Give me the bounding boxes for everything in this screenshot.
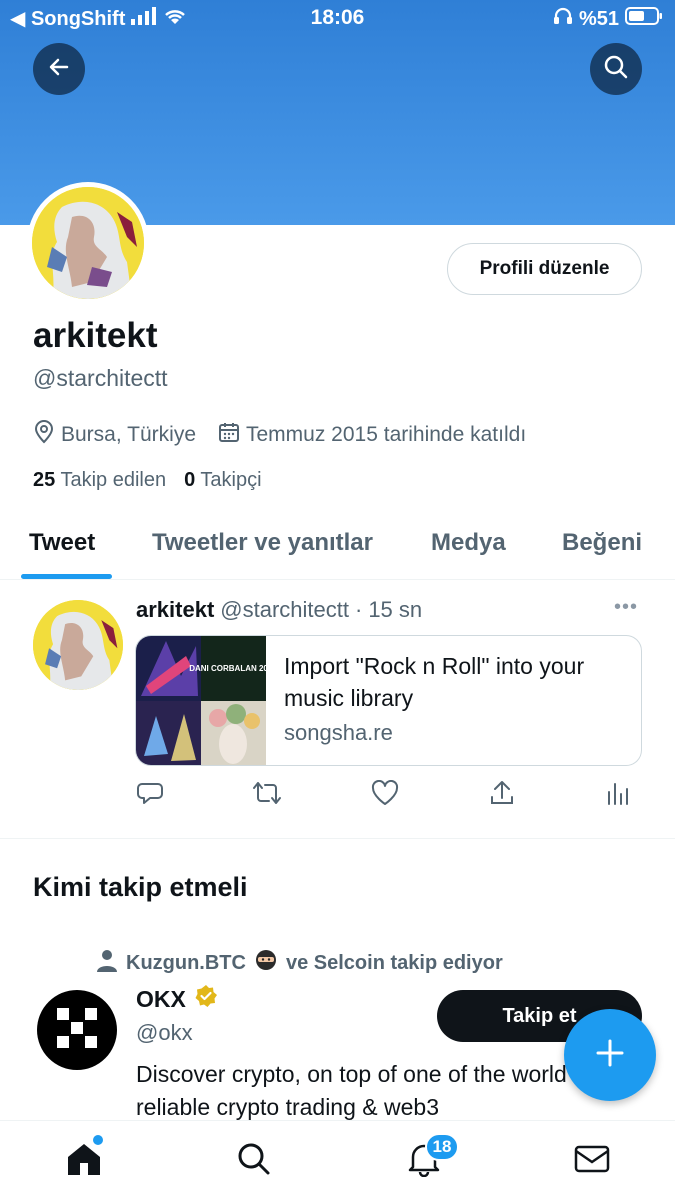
headphones-icon [553, 7, 573, 31]
notification-badge: 18 [425, 1133, 459, 1161]
joined: Temmuz 2015 tarihinde katıldı [218, 421, 526, 449]
analytics-icon [606, 780, 632, 811]
social-context: Kuzgun.BTC ve Selcoin takip ediyor [96, 948, 503, 978]
social-rest: ve Selcoin takip ediyor [285, 951, 503, 974]
profile-meta: Bursa, Türkiye Temmuz 2015 tarihinde kat… [33, 420, 548, 450]
search-icon [237, 1142, 271, 1181]
search-icon [603, 54, 629, 85]
nav-messages[interactable] [572, 1141, 612, 1181]
tab-tweets[interactable]: Tweet [29, 529, 95, 557]
like-button[interactable] [370, 779, 400, 811]
following-label: Takip edilen [60, 469, 167, 491]
back-button[interactable] [33, 43, 85, 95]
mail-icon [574, 1144, 610, 1179]
profile-handle: @starchitectt [33, 365, 168, 391]
home-unread-dot [93, 1135, 103, 1145]
section-divider [0, 838, 675, 839]
status-bar: ◀ SongShift 18:06 %51 [0, 0, 675, 36]
thumbnail-text: DANI CORBALAN 2019 [189, 664, 266, 673]
who-to-follow-title: Kimi takip etmeli [33, 872, 248, 902]
tab-likes[interactable]: Beğeni [562, 529, 642, 557]
tweet-actions [0, 779, 675, 811]
plus-icon [595, 1038, 625, 1073]
status-right: %51 [553, 6, 663, 32]
tweet-avatar[interactable] [33, 600, 123, 690]
profile-name: arkitekt [33, 316, 158, 355]
followers-count: 0 [184, 469, 196, 491]
profile-tabs: Tweet Tweetler ve yanıtlar Medya Beğeni [0, 510, 675, 580]
tweet-header: arkitekt @starchitectt · 15 sn [136, 597, 422, 623]
tweet-author-name[interactable]: arkitekt [136, 597, 214, 623]
reply-button[interactable] [135, 780, 165, 810]
location-pin-icon [33, 420, 55, 450]
heart-icon [371, 779, 399, 811]
nav-home[interactable] [64, 1141, 104, 1181]
tab-tweets-replies[interactable]: Tweetler ve yanıtlar [152, 529, 373, 557]
tab-media[interactable]: Medya [431, 529, 506, 557]
okx-logo-icon [57, 1007, 97, 1053]
following-link[interactable]: 25 Takip edilen [33, 469, 166, 492]
compose-tweet-button[interactable] [564, 1009, 656, 1101]
battery-icon [625, 6, 663, 32]
social-user: Kuzgun.BTC [126, 951, 246, 974]
analytics-button[interactable] [604, 780, 634, 810]
ninja-emoji-icon [254, 948, 278, 978]
profile-avatar[interactable] [27, 182, 149, 304]
verified-badge-icon [194, 984, 218, 1014]
followers-label: Takipçi [200, 469, 262, 491]
location-text: Bursa, Türkiye [61, 423, 196, 446]
retweet-button[interactable] [252, 780, 282, 810]
arrow-left-icon [47, 55, 71, 84]
joined-text: Temmuz 2015 tarihinde katıldı [246, 423, 527, 446]
tweet-time: 15 sn [368, 597, 423, 622]
location: Bursa, Türkiye [33, 420, 196, 450]
calendar-icon [218, 421, 240, 449]
link-card-thumbnail: DANI CORBALAN 2019 [136, 636, 277, 765]
link-card[interactable]: DANI CORBALAN 2019 Import "Rock n Roll" … [135, 635, 642, 766]
tweet-separator: · [354, 597, 363, 622]
more-options-icon[interactable]: ••• [614, 596, 638, 619]
tweet-author-handle[interactable]: @starchitectt [220, 597, 349, 623]
person-icon [96, 948, 118, 978]
share-icon [489, 779, 515, 812]
home-icon [65, 1141, 103, 1182]
following-count: 25 [33, 469, 56, 491]
share-button[interactable] [487, 780, 517, 810]
followers-link[interactable]: 0 Takipçi [184, 469, 261, 492]
search-button[interactable] [590, 43, 642, 95]
nav-search[interactable] [234, 1141, 274, 1181]
edit-profile-button[interactable]: Profili düzenle [447, 243, 642, 295]
battery-percent: %51 [578, 7, 619, 30]
tab-active-indicator [21, 574, 112, 579]
suggested-account-name[interactable]: OKX [136, 984, 218, 1014]
account-name-text: OKX [136, 985, 186, 1012]
link-card-domain: songsha.re [284, 720, 393, 745]
suggested-account-handle: @okx [136, 1020, 193, 1045]
okx-avatar[interactable] [37, 990, 117, 1070]
link-card-title: Import "Rock n Roll" into your music lib… [284, 653, 585, 711]
bottom-navigation [0, 1120, 675, 1200]
retweet-icon [252, 779, 282, 812]
reply-icon [136, 779, 164, 812]
follow-counts: 25 Takip edilen 0 Takipçi [33, 469, 262, 492]
